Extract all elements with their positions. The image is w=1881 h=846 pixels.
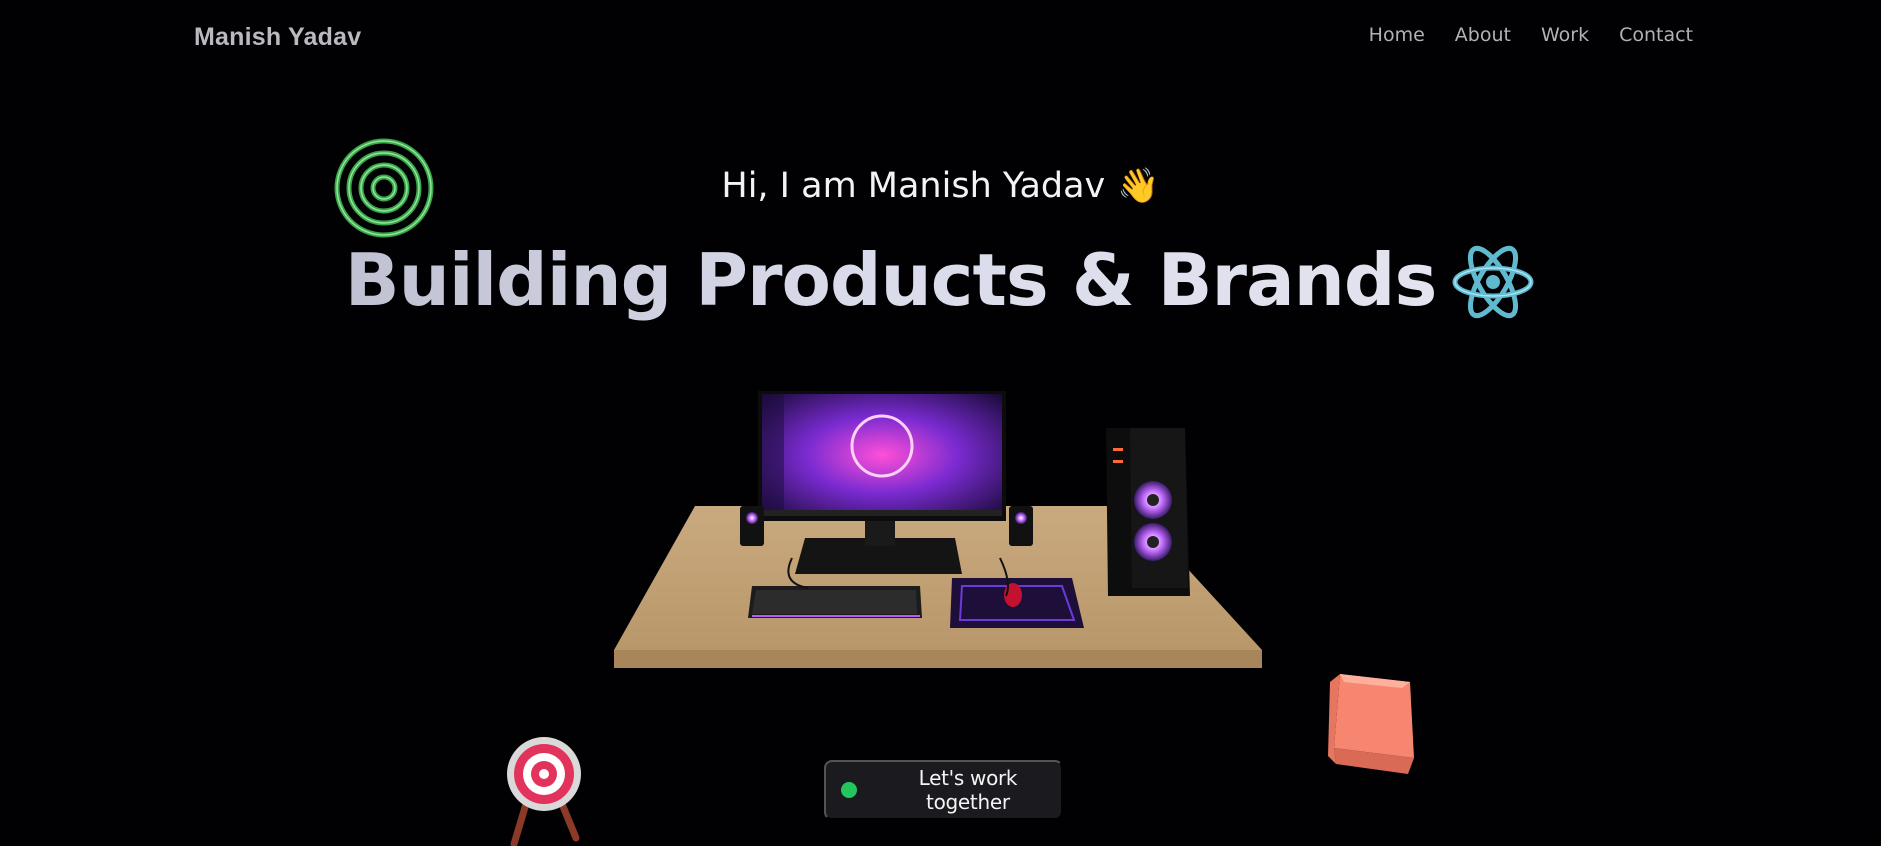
hero-headline: Building Products & Brands <box>0 238 1881 322</box>
wave-hand-icon: 👋 <box>1117 166 1160 206</box>
hero-greeting: Hi, I am Manish Yadav 👋 <box>0 166 1881 206</box>
nav-link-home[interactable]: Home <box>1369 24 1425 46</box>
nav-links: Home About Work Contact <box>1369 24 1693 46</box>
cube-icon <box>1328 674 1414 774</box>
react-atom-icon <box>1452 245 1534 319</box>
navbar: Manish Yadav Home About Work Contact <box>0 0 1881 74</box>
desk-setup-3d-model[interactable] <box>610 388 1270 670</box>
status-dot-icon <box>841 782 857 798</box>
site-logo[interactable]: Manish Yadav <box>194 23 361 52</box>
cta-label: Let's work together <box>918 766 1018 814</box>
nav-link-about[interactable]: About <box>1455 24 1511 46</box>
nav-link-contact[interactable]: Contact <box>1619 24 1693 46</box>
work-together-button[interactable]: Let's work together <box>824 760 1063 820</box>
target-icon <box>507 737 581 846</box>
nav-link-work[interactable]: Work <box>1541 24 1589 46</box>
greeting-text: Hi, I am Manish Yadav <box>721 166 1106 206</box>
